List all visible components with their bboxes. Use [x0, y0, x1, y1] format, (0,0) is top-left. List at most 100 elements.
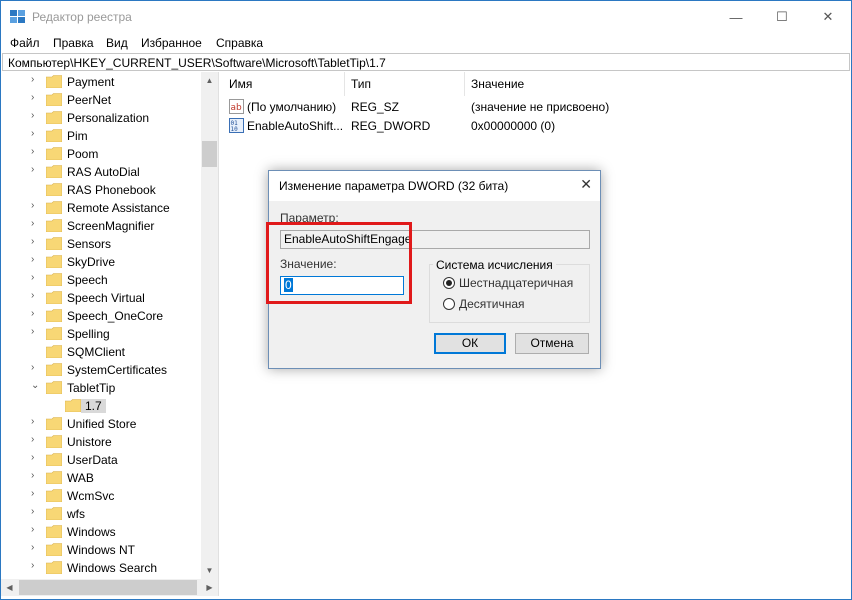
expand-chevron-icon[interactable]: › [31, 326, 41, 337]
value-row[interactable]: 01 10 EnableAutoShift... REG_DWORD 0x000… [223, 117, 850, 135]
tree-item[interactable]: › Payment [1, 73, 201, 91]
tree-item[interactable]: › Windows Search [1, 559, 201, 577]
tree-item-label: SkyDrive [67, 255, 116, 269]
ok-button[interactable]: ОК [434, 333, 506, 354]
tree-item[interactable]: › Windows NT [1, 541, 201, 559]
menu-view[interactable]: Вид [106, 36, 128, 50]
expand-chevron-icon[interactable]: › [31, 524, 41, 535]
scroll-up-icon[interactable]: ▲ [201, 72, 218, 89]
hscroll-thumb[interactable] [19, 580, 197, 595]
address-bar[interactable]: Компьютер\HKEY_CURRENT_USER\Software\Mic… [2, 53, 850, 71]
tree-item[interactable]: › Sensors [1, 235, 201, 253]
hex-radio[interactable] [443, 277, 455, 289]
scroll-down-icon[interactable]: ▼ [201, 562, 218, 579]
column-name-header[interactable]: Имя [223, 72, 345, 96]
expand-chevron-icon[interactable]: › [31, 416, 41, 427]
dec-radio[interactable] [443, 298, 455, 310]
expand-chevron-icon[interactable]: › [31, 74, 41, 85]
hex-radio-label[interactable]: Шестнадцатеричная [459, 276, 573, 290]
tree-item[interactable]: › Windows [1, 523, 201, 541]
folder-icon [46, 111, 62, 124]
expand-chevron-icon[interactable]: › [31, 488, 41, 499]
folder-icon [46, 363, 62, 376]
folder-icon [46, 291, 62, 304]
base-group [429, 264, 590, 323]
expand-chevron-icon[interactable]: › [31, 362, 41, 373]
tree-item[interactable]: › Speech Virtual [1, 289, 201, 307]
expand-chevron-icon[interactable]: › [31, 542, 41, 553]
tree-vertical-scrollbar[interactable]: ▲ ▼ [201, 72, 218, 579]
folder-icon [46, 345, 62, 358]
tree-item[interactable]: 1.7 [1, 397, 201, 415]
menu-help[interactable]: Справка [216, 36, 263, 50]
expand-chevron-icon[interactable]: › [31, 434, 41, 445]
tree-item[interactable]: › UserData [1, 451, 201, 469]
tree-item[interactable]: › SkyDrive [1, 253, 201, 271]
expand-chevron-icon[interactable]: ⌄ [31, 380, 41, 391]
tree-item[interactable]: › Personalization [1, 109, 201, 127]
folder-icon [46, 129, 62, 142]
expand-chevron-icon[interactable]: › [31, 254, 41, 265]
dec-radio-label[interactable]: Десятичная [459, 297, 525, 311]
tree-item[interactable]: › Speech_OneCore [1, 307, 201, 325]
expand-chevron-icon[interactable]: › [31, 92, 41, 103]
tree-item[interactable]: SQMClient [1, 343, 201, 361]
scroll-thumb[interactable] [202, 141, 217, 167]
tree-item-label: Remote Assistance [67, 201, 170, 215]
tree-item[interactable]: › Remote Assistance [1, 199, 201, 217]
scroll-left-icon[interactable]: ◀ [1, 579, 18, 596]
minimize-button[interactable]: — [713, 1, 759, 33]
expand-chevron-icon[interactable]: › [31, 470, 41, 481]
expand-chevron-icon[interactable]: › [31, 200, 41, 211]
tree-item[interactable]: › wfs [1, 505, 201, 523]
expand-chevron-icon[interactable]: › [31, 164, 41, 175]
column-value-header[interactable]: Значение [465, 72, 850, 96]
value-name: (По умолчанию) [247, 100, 337, 114]
expand-chevron-icon[interactable]: › [31, 506, 41, 517]
menu-file[interactable]: Файл [10, 36, 40, 50]
maximize-button[interactable]: ☐ [759, 1, 805, 33]
expand-chevron-icon[interactable]: › [31, 452, 41, 463]
expand-chevron-icon[interactable]: › [31, 236, 41, 247]
expand-chevron-icon[interactable]: › [31, 272, 41, 283]
expand-chevron-icon[interactable]: › [31, 110, 41, 121]
tree-item-label: PeerNet [67, 93, 112, 107]
expand-chevron-icon[interactable]: › [31, 146, 41, 157]
tree-item[interactable]: › PeerNet [1, 91, 201, 109]
tree-item[interactable]: › Spelling [1, 325, 201, 343]
tree-item[interactable]: ⌄ TabletTip [1, 379, 201, 397]
tree-item[interactable]: › Speech [1, 271, 201, 289]
tree-item[interactable]: › Poom [1, 145, 201, 163]
value-data: 0x00000000 (0) [471, 119, 556, 133]
tree-item[interactable]: RAS Phonebook [1, 181, 201, 199]
dialog-title-bar[interactable]: Изменение параметра DWORD (32 бита) ✕ [269, 171, 600, 201]
expand-chevron-icon[interactable]: › [31, 128, 41, 139]
tree-item[interactable]: › WcmSvc [1, 487, 201, 505]
tree-item[interactable]: › SystemCertificates [1, 361, 201, 379]
title-bar[interactable]: Редактор реестра — ☐ ✕ [1, 1, 851, 33]
tree-horizontal-scrollbar[interactable]: ◀ ▶ [1, 579, 218, 596]
menu-favorites[interactable]: Избранное [141, 36, 202, 50]
tree-item[interactable]: › Pim [1, 127, 201, 145]
tree-item[interactable]: › ScreenMagnifier [1, 217, 201, 235]
folder-icon [46, 93, 62, 106]
base-group-title: Система исчисления [433, 258, 556, 272]
tree-item[interactable]: › WAB [1, 469, 201, 487]
tree-item[interactable]: › Unistore [1, 433, 201, 451]
tree-item-label: 1.7 [81, 399, 106, 413]
tree-item[interactable]: › Unified Store [1, 415, 201, 433]
window-title: Редактор реестра [32, 10, 132, 24]
close-button[interactable]: ✕ [805, 1, 851, 33]
expand-chevron-icon[interactable]: › [31, 560, 41, 571]
cancel-button[interactable]: Отмена [515, 333, 589, 354]
value-row[interactable]: ab (По умолчанию) REG_SZ (значение не пр… [223, 98, 850, 116]
tree-item-label: Windows NT [67, 543, 136, 557]
expand-chevron-icon[interactable]: › [31, 308, 41, 319]
tree-item[interactable]: › RAS AutoDial [1, 163, 201, 181]
dialog-close-icon[interactable]: ✕ [580, 176, 592, 193]
expand-chevron-icon[interactable]: › [31, 218, 41, 229]
scroll-right-icon[interactable]: ▶ [201, 579, 218, 596]
column-type-header[interactable]: Тип [345, 72, 465, 96]
menu-edit[interactable]: Правка [53, 36, 94, 50]
expand-chevron-icon[interactable]: › [31, 290, 41, 301]
